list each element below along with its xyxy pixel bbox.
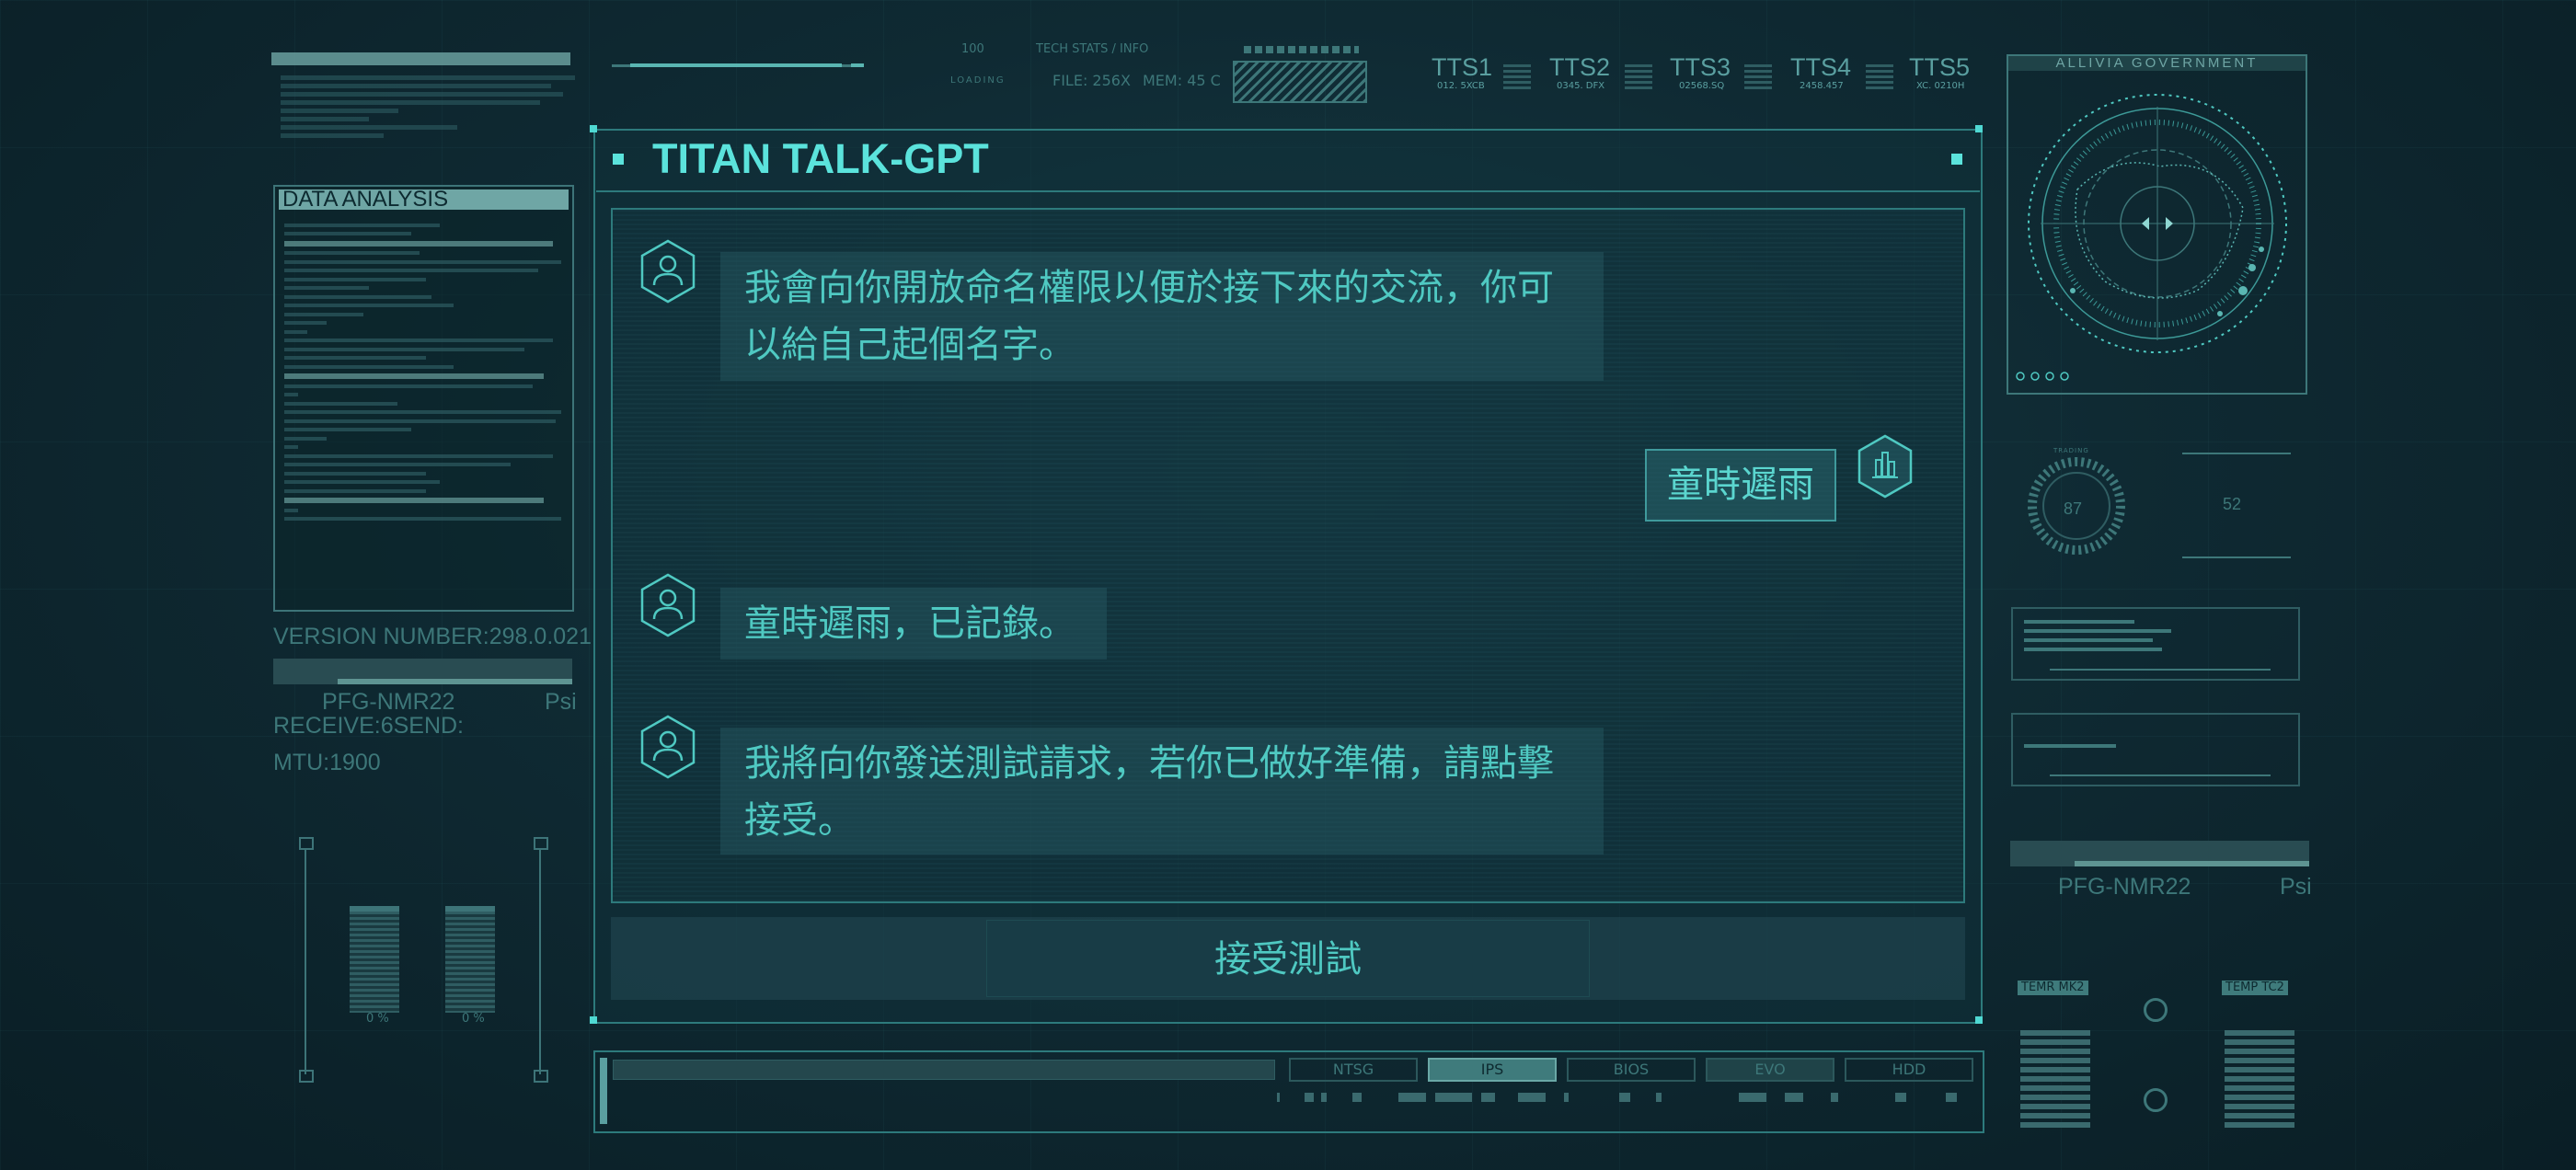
top-loading-bar bbox=[630, 63, 842, 67]
slider-track-left[interactable] bbox=[305, 848, 306, 1074]
dialog-corner-tr bbox=[1975, 125, 1983, 132]
tts5-sub: XC. 0210H bbox=[1916, 81, 1965, 91]
left-code-lines bbox=[281, 72, 575, 142]
info-box-1 bbox=[2011, 607, 2300, 681]
tts2-bars bbox=[1625, 64, 1652, 92]
assistant-avatar-icon bbox=[639, 573, 696, 637]
gauge-value: 87 bbox=[2064, 499, 2083, 518]
info-box-2 bbox=[2011, 713, 2300, 786]
tts1-label: TTS1 bbox=[1432, 53, 1493, 81]
radar-globe-icon bbox=[2013, 79, 2303, 369]
dialog-corner-tl bbox=[590, 125, 597, 132]
tts5-label: TTS5 bbox=[1909, 53, 1971, 81]
cylinder-gauge-2 bbox=[445, 906, 495, 1013]
cylinder-gauge-1 bbox=[350, 906, 399, 1013]
tab-evo[interactable]: EVO bbox=[1706, 1058, 1834, 1082]
tts2-sub: 0345. DFX bbox=[1557, 81, 1605, 91]
psi-label-right: Psi bbox=[2280, 874, 2312, 900]
gauge-label: TRADING bbox=[2053, 447, 2089, 454]
temp-label-right: TEMP TC2 bbox=[2222, 981, 2288, 995]
assistant-message: 我會向你開放命名權限以便於接下來的交流，你可以給自己起個名字。 bbox=[720, 252, 1604, 381]
radar-indicator-dots bbox=[2015, 368, 2070, 385]
tts2-label: TTS2 bbox=[1549, 53, 1611, 81]
slider-cap-top-left bbox=[299, 837, 314, 850]
slider-cap-bottom-left bbox=[299, 1070, 314, 1083]
tab-ips[interactable]: IPS bbox=[1428, 1058, 1557, 1082]
assistant-avatar-icon bbox=[639, 715, 696, 779]
tts3-sub: 02568.SQ bbox=[1679, 81, 1725, 91]
slider-cap-top-right bbox=[534, 837, 548, 850]
tts1-sub: 012. 5XCB bbox=[1437, 81, 1485, 91]
data-analysis-panel: DATA ANALYSIS bbox=[273, 185, 574, 612]
cylinder-pct-1: 0 % bbox=[366, 1012, 389, 1026]
dialog-corner-bl bbox=[590, 1016, 597, 1024]
left-top-bar bbox=[271, 52, 570, 65]
version-bar-fill bbox=[338, 679, 572, 684]
top-hatch-box bbox=[1233, 61, 1367, 103]
file-label: FILE: 256X bbox=[1052, 72, 1131, 89]
title-square-left bbox=[613, 154, 624, 165]
tab-ntsg[interactable]: NTSG bbox=[1289, 1058, 1418, 1082]
title-square-right bbox=[1951, 154, 1962, 165]
assistant-avatar-icon bbox=[639, 239, 696, 304]
assistant-message: 我將向你發送測試請求，若你已做好準備，請點擊接受。 bbox=[720, 728, 1604, 855]
temp-knob-bottom[interactable] bbox=[2144, 1088, 2168, 1112]
government-title: ALLIVIA GOVERNMENT bbox=[2008, 56, 2306, 71]
top-scale-100: 100 bbox=[961, 42, 984, 56]
assistant-message: 童時遲雨，已記錄。 bbox=[720, 588, 1107, 660]
cylinder-pct-2: 0 % bbox=[462, 1012, 485, 1026]
psi-label-left: Psi bbox=[545, 689, 577, 715]
side-value: 52 bbox=[2223, 495, 2242, 513]
user-message: 童時遲雨 bbox=[1645, 449, 1836, 522]
top-loading-text: LOADING bbox=[950, 75, 1006, 86]
tts1-bars bbox=[1503, 64, 1531, 92]
data-analysis-code bbox=[284, 218, 567, 526]
tts4-sub: 2458.457 bbox=[1800, 81, 1844, 91]
tech-stats-label: TECH STATS / INFO bbox=[1036, 42, 1149, 56]
pfg-label-left: PFG-NMR22 bbox=[322, 689, 455, 715]
version-number: VERSION NUMBER:298.0.021 bbox=[273, 624, 592, 649]
tts4-label: TTS4 bbox=[1790, 53, 1852, 81]
pfg-label-right: PFG-NMR22 bbox=[2058, 874, 2191, 900]
slider-cap-bottom-right bbox=[534, 1070, 548, 1083]
tts3-label: TTS3 bbox=[1670, 53, 1731, 81]
temp-knob-top[interactable] bbox=[2144, 998, 2168, 1022]
side-line-bottom bbox=[2182, 556, 2291, 558]
tts4-bars bbox=[1866, 64, 1893, 92]
mtu-label: MTU:1900 bbox=[273, 750, 381, 775]
mem-label: MEM: 45 C bbox=[1143, 72, 1221, 89]
status-progress bbox=[613, 1060, 1275, 1080]
temp-stack-left bbox=[2020, 1030, 2090, 1131]
tts3-bars bbox=[1744, 64, 1772, 92]
dialog-corner-br bbox=[1975, 1016, 1983, 1024]
accept-test-button[interactable]: 接受測試 bbox=[986, 920, 1590, 997]
data-analysis-title: DATA ANALYSIS bbox=[279, 189, 569, 210]
top-segment-bar bbox=[1244, 46, 1359, 53]
tab-hdd[interactable]: HDD bbox=[1845, 1058, 1973, 1082]
top-loading-tick bbox=[851, 63, 864, 67]
slider-track-right[interactable] bbox=[539, 848, 541, 1074]
receive-send-label: RECEIVE:6SEND: bbox=[273, 713, 465, 739]
status-marker bbox=[600, 1058, 607, 1124]
temp-label-left: TEMR MK2 bbox=[2018, 981, 2088, 995]
title-separator bbox=[596, 190, 1980, 192]
temp-stack-right bbox=[2225, 1030, 2294, 1131]
side-line-top bbox=[2182, 453, 2291, 454]
tab-bios[interactable]: BIOS bbox=[1567, 1058, 1696, 1082]
right-bar-fill bbox=[2075, 861, 2309, 866]
dialog-title: TITAN TALK-GPT bbox=[652, 135, 989, 182]
user-avatar-icon bbox=[1857, 434, 1914, 499]
